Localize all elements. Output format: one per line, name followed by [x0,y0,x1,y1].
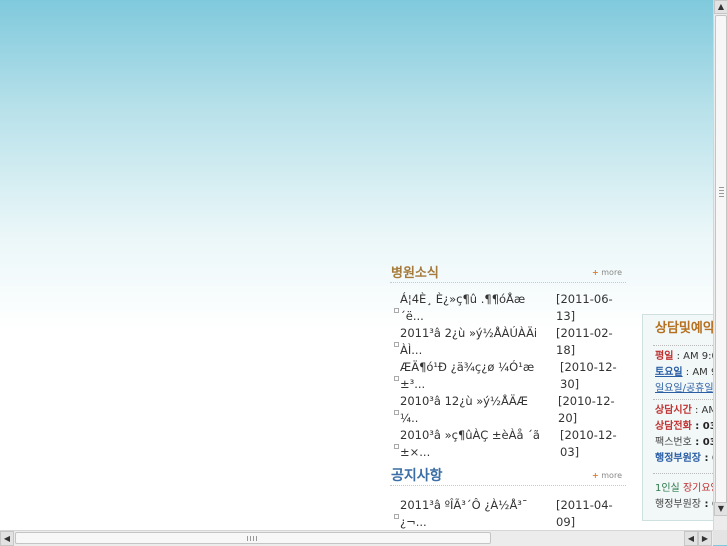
holiday-label: 일요일/공휴일 휴 [655,383,713,394]
saturday-hours: 토요일 : AM 9: [655,365,713,381]
phone-value: : 03 [695,421,713,432]
list-item[interactable]: 2011³â 2¿ù »ý½ÅÀÚÀÄi ÀÌ... [2011-02-18] [390,325,626,359]
admin-value: : 0 [704,453,713,464]
grip-line [253,536,254,541]
consult-hours: 상담시간 : AM [655,403,713,419]
list-item[interactable]: 2010³â »ç¶ûÀÇ ±èÀå ´ã±×... [2010-12-03] [390,427,626,461]
hours-value: : AM [694,405,713,416]
news-item-link[interactable]: 2011³â 2¿ù »ý½ÅÀÚÀÄi ÀÌ... [400,325,546,359]
news-item-link[interactable]: 2010³â »ç¶ûÀÇ ±èÀå ´ã±×... [400,427,546,461]
notices-title: 공지사항 [391,468,443,484]
consultation-panel: 상담및예약 평일 : AM 9:00 토요일 : AM 9: 일요일/공휴일 휴… [642,314,713,521]
bullet-icon [394,444,399,449]
news-item-date: [2010-12-30] [560,360,617,391]
admin2-label: 행정부원장 [655,499,701,510]
single-room-line: 1인실 장기요양 [655,481,713,497]
notice-item-date: [2011-04-09] [556,498,613,529]
horizontal-scrollbar[interactable]: ◀ ◀ ▶ [0,530,713,546]
admin-label: 행정부원장 [655,453,701,464]
notice-item-link[interactable]: 2011³â ºÎÃ³´Ô ¿À½Å³¯ ¿¬... [400,497,546,530]
room-label: 장기요양 [682,483,713,494]
bullet-icon [394,342,399,347]
news-item-date: [2011-06-13] [556,292,613,323]
more-plus-icon: + [592,471,599,480]
grip-line [256,536,257,541]
fax-value: : 03 [695,437,713,448]
admin-contact: 행정부원장 : 0 [655,451,713,467]
hospital-news-header: 병원소식 + more [390,260,626,283]
admin-contact-2: 행정부원장 : 0 [655,497,713,513]
consult-phone: 상담전화 : 03 [655,419,713,435]
scroll-left-icon[interactable]: ◀ [0,531,14,546]
hospital-news-list: Á¦4È¸ È¿»ç¶û .¶¶óÅæ ´ë... [2011-06-13] 2… [390,291,626,461]
bullet-icon [394,410,399,415]
notices-header: 공지사항 + more [390,463,626,486]
grip-line [719,190,724,191]
more-label: more [601,471,622,480]
list-item[interactable]: ÆÄ¶ó¹Ð ¿ä¾ç¿ø ¼Ó¹æ±³... [2010-12-30] [390,359,626,393]
news-item-date: [2010-12-20] [558,394,615,425]
room-prefix: 1인실 [655,483,683,494]
weekday-value: : AM 9:00 [676,351,713,362]
news-board: 병원소식 + more Á¦4È¸ È¿»ç¶û .¶¶óÅæ ´ë... [2… [390,260,626,530]
phone-label: 상담전화 [655,421,692,432]
vertical-scrollbar[interactable]: ▲ ▼ [713,0,727,530]
grip-line [247,536,248,541]
more-plus-icon: + [592,268,599,277]
list-item[interactable]: 2011³â ºÎÃ³´Ô ¿À½Å³¯ ¿¬... [2011-04-09] [390,497,626,530]
grip-line [719,196,724,197]
news-item-link[interactable]: Á¦4È¸ È¿»ç¶û .¶¶óÅæ ´ë... [400,291,546,325]
list-item[interactable]: Á¦4È¸ È¿»ç¶û .¶¶óÅæ ´ë... [2011-06-13] [390,291,626,325]
news-item-date: [2010-12-03] [560,428,617,459]
divider [653,345,713,346]
saturday-value: : AM 9: [685,367,713,378]
holiday-notice: 일요일/공휴일 휴 [655,381,713,397]
grip-line [719,187,724,188]
bullet-icon [394,376,399,381]
notices-more-link[interactable]: + more [592,471,622,480]
hospital-news-title: 병원소식 [391,266,439,281]
news-item-link[interactable]: ÆÄ¶ó¹Ð ¿ä¾ç¿ø ¼Ó¹æ±³... [400,359,546,393]
scrollbar-corner [713,530,727,545]
scroll-up-icon[interactable]: ▲ [714,0,727,14]
scroll-down-icon[interactable]: ▼ [714,502,727,516]
fax-number: 팩스번호 : 03 [655,435,713,451]
divider [653,473,713,474]
consultation-title: 상담및예약 [655,321,713,336]
scroll-right-icon[interactable]: ▶ [698,531,712,546]
grip-line [719,193,724,194]
hours-label: 상담시간 [655,405,692,416]
scroll-left-icon[interactable]: ◀ [684,531,698,546]
divider [653,399,713,400]
news-item-link[interactable]: 2010³â 12¿ù »ý½ÅÄÆ¼.. [400,393,546,427]
weekday-label: 평일 [655,351,674,362]
vertical-scroll-thumb[interactable] [715,15,727,505]
bullet-icon [394,514,399,519]
hospital-news-more-link[interactable]: + more [592,268,622,277]
saturday-label: 토요일 [655,367,683,378]
horizontal-scroll-thumb[interactable] [15,532,491,544]
news-item-date: [2011-02-18] [556,326,613,357]
grip-line [250,536,251,541]
bullet-icon [394,308,399,313]
list-item[interactable]: 2010³â 12¿ù »ý½ÅÄÆ¼.. [2010-12-20] [390,393,626,427]
admin2-value: : 0 [704,499,713,510]
more-label: more [601,268,622,277]
fax-label: 팩스번호 [655,437,692,448]
page-content: 병원소식 + more Á¦4È¸ È¿»ç¶û .¶¶óÅæ ´ë... [2… [0,0,713,530]
weekday-hours: 평일 : AM 9:00 [655,349,713,365]
notices-list: 2011³â ºÎÃ³´Ô ¿À½Å³¯ ¿¬... [2011-04-09] [390,497,626,530]
